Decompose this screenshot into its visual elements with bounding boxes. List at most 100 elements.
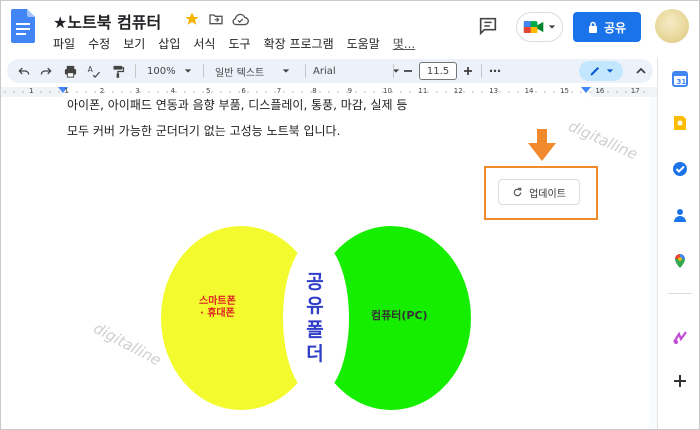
menu-tools[interactable]: 도구 [228, 35, 250, 52]
menu-help[interactable]: 도움말 [347, 35, 380, 52]
print-icon[interactable] [63, 59, 78, 83]
collapse-toolbar-icon[interactable] [633, 61, 649, 81]
update-label: 업데이트 [529, 188, 566, 200]
venn-left-label-line1: 스마트폰 [199, 296, 236, 307]
spellcheck-icon[interactable]: A [87, 59, 102, 83]
menu-extensions[interactable]: 확장 프로그램 [264, 35, 334, 52]
editing-mode-button[interactable] [579, 61, 623, 81]
avatar[interactable] [655, 9, 689, 43]
toolbar-divider [203, 64, 204, 78]
ruler-tick-label: 1 [29, 87, 34, 95]
tasks-icon[interactable] [672, 161, 688, 177]
add-addon-icon[interactable] [672, 373, 688, 389]
menu-file[interactable]: 파일 [53, 35, 75, 52]
header: ★노트북 컴퓨터 파일 수정 보기 삽입 서식 도구 확장 프로그램 도움말 몇… [1, 1, 699, 57]
side-panel-divider [668, 293, 692, 294]
font-size-input[interactable]: 11.5 [419, 62, 457, 80]
venn-center-char: 더 [306, 343, 324, 365]
star-icon[interactable] [183, 10, 201, 28]
minus-icon [404, 70, 412, 72]
menu-last-edit[interactable]: 몇... [393, 35, 415, 52]
share-button[interactable]: 공유 [573, 12, 641, 42]
meet-button[interactable] [516, 12, 563, 42]
cloud-saved-icon[interactable] [231, 10, 249, 28]
app-window: ★노트북 컴퓨터 파일 수정 보기 삽입 서식 도구 확장 프로그램 도움말 몇… [0, 0, 700, 430]
lock-icon [588, 21, 597, 33]
paragraph-style-value: 일반 텍스트 [215, 67, 265, 79]
ruler-tick-label: 2 [99, 87, 105, 95]
refresh-icon [513, 187, 522, 196]
venn-center-char: 유 [306, 295, 324, 317]
ruler-tick-label: 14 [524, 87, 534, 95]
redo-icon[interactable] [39, 59, 53, 83]
ruler-tick-label: 16 [595, 87, 605, 95]
toolbar-divider [481, 64, 482, 78]
more-tools-icon[interactable]: ⋯ [489, 59, 501, 83]
addon-icon[interactable] [672, 329, 688, 345]
chevron-down-icon [606, 69, 613, 73]
ruler-tick-label: 17 [630, 87, 640, 95]
menu-bar: 파일 수정 보기 삽입 서식 도구 확장 프로그램 도움말 몇... [53, 35, 428, 52]
menu-view[interactable]: 보기 [123, 35, 145, 52]
venn-diagram[interactable]: 스마트폰 · 휴대폰 공 유 폴 더 컴퓨터(PC) [161, 226, 481, 410]
font-select[interactable]: Arial [313, 59, 400, 83]
body-text-line-2[interactable]: 모두 커버 가능한 군더더기 없는 고성능 노트북 입니다. [67, 122, 340, 139]
document-title[interactable]: ★노트북 컴퓨터 [53, 9, 161, 33]
side-panel: 31 [657, 57, 699, 429]
chevron-down-icon [184, 69, 191, 73]
venn-right-label: 컴퓨터(PC) [371, 309, 428, 322]
svg-text:A: A [88, 65, 94, 74]
plus-icon [464, 67, 472, 75]
menu-insert[interactable]: 삽입 [158, 35, 180, 52]
zoom-value: 100% [147, 65, 176, 77]
ruler-tick-label: 3 [135, 87, 140, 95]
pencil-icon [590, 67, 599, 76]
font-size-value: 11.5 [426, 65, 450, 77]
venn-center-char: 폴 [306, 319, 324, 341]
toolbar: A 100% 일반 텍스트 Arial 11.5 ⋯ [7, 59, 653, 83]
google-meet-icon [523, 21, 544, 33]
contacts-icon[interactable] [672, 207, 688, 223]
decrease-font-size-button[interactable] [403, 59, 413, 83]
down-arrow-icon [528, 129, 556, 161]
menu-format[interactable]: 서식 [193, 35, 215, 52]
toolbar-divider [305, 64, 306, 78]
comment-history-icon[interactable] [477, 15, 499, 37]
venn-left-label: 스마트폰 · 휴대폰 [199, 296, 236, 320]
chevron-down-icon [548, 25, 556, 29]
ruler-tick-label: 8 [312, 87, 317, 95]
chevron-down-icon [282, 69, 290, 73]
google-docs-logo-icon[interactable] [11, 9, 35, 43]
calendar-icon[interactable]: 31 [672, 71, 688, 87]
ruler-tick-label: 6 [241, 87, 246, 95]
move-folder-icon[interactable] [207, 10, 225, 28]
ruler-tick-label: 7 [276, 87, 282, 95]
keep-icon[interactable] [672, 115, 688, 131]
font-value: Arial [313, 65, 336, 77]
ruler-tick-label: 13 [489, 87, 499, 95]
maps-icon[interactable] [672, 253, 688, 269]
zoom-select[interactable]: 100% [147, 59, 192, 83]
paragraph-style-select[interactable]: 일반 텍스트 [215, 59, 290, 83]
ruler-tick-label: 10 [383, 87, 392, 95]
ruler-tick-label: 11 [418, 87, 428, 95]
ruler-tick-label: 9 [347, 87, 353, 95]
svg-text:31: 31 [677, 78, 687, 86]
undo-icon[interactable] [17, 59, 31, 83]
ruler-tick-label: 15 [560, 87, 569, 95]
venn-center-char: 공 [306, 271, 324, 293]
ruler-tick-label: 12 [453, 87, 463, 95]
paint-format-icon[interactable] [111, 59, 126, 83]
venn-left-label-line2: · 휴대폰 [199, 308, 235, 319]
toolbar-divider [393, 64, 394, 78]
update-button[interactable]: 업데이트 [498, 179, 580, 205]
increase-font-size-button[interactable] [463, 59, 473, 83]
ruler[interactable]: 1 1 2 3 4 5 6 7 8 9 10 11 12 13 14 15 16 17 [1, 87, 657, 97]
ruler-tick-label: 5 [206, 87, 211, 95]
ruler-tick-label: 4 [170, 87, 176, 95]
body-text-line-1[interactable]: 아이폰, 아이패드 연동과 음향 부품, 디스플레이, 통풍, 마감, 실제 등 [67, 97, 407, 113]
share-label: 공유 [603, 20, 627, 35]
menu-edit[interactable]: 수정 [88, 35, 110, 52]
toolbar-divider [135, 64, 136, 78]
ruler-tick-label: 1 [64, 87, 69, 95]
